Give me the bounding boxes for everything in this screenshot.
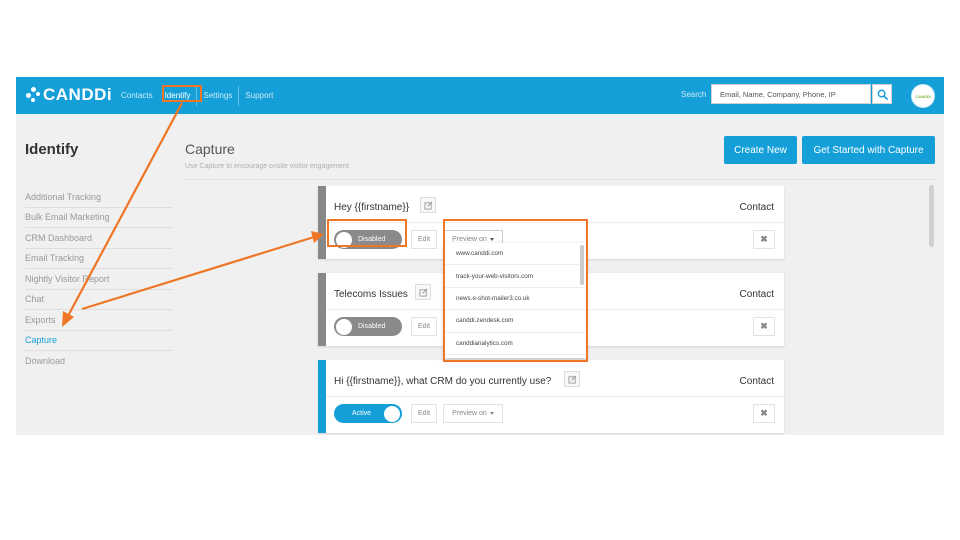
tutorial-slide: CANDDi Contacts Identify Settings Suppor… — [0, 0, 960, 540]
arrowhead-icon — [311, 231, 324, 243]
arrow-to-toggle — [81, 235, 315, 311]
arrowhead-icon — [62, 311, 74, 327]
annotation-arrows — [62, 102, 324, 327]
